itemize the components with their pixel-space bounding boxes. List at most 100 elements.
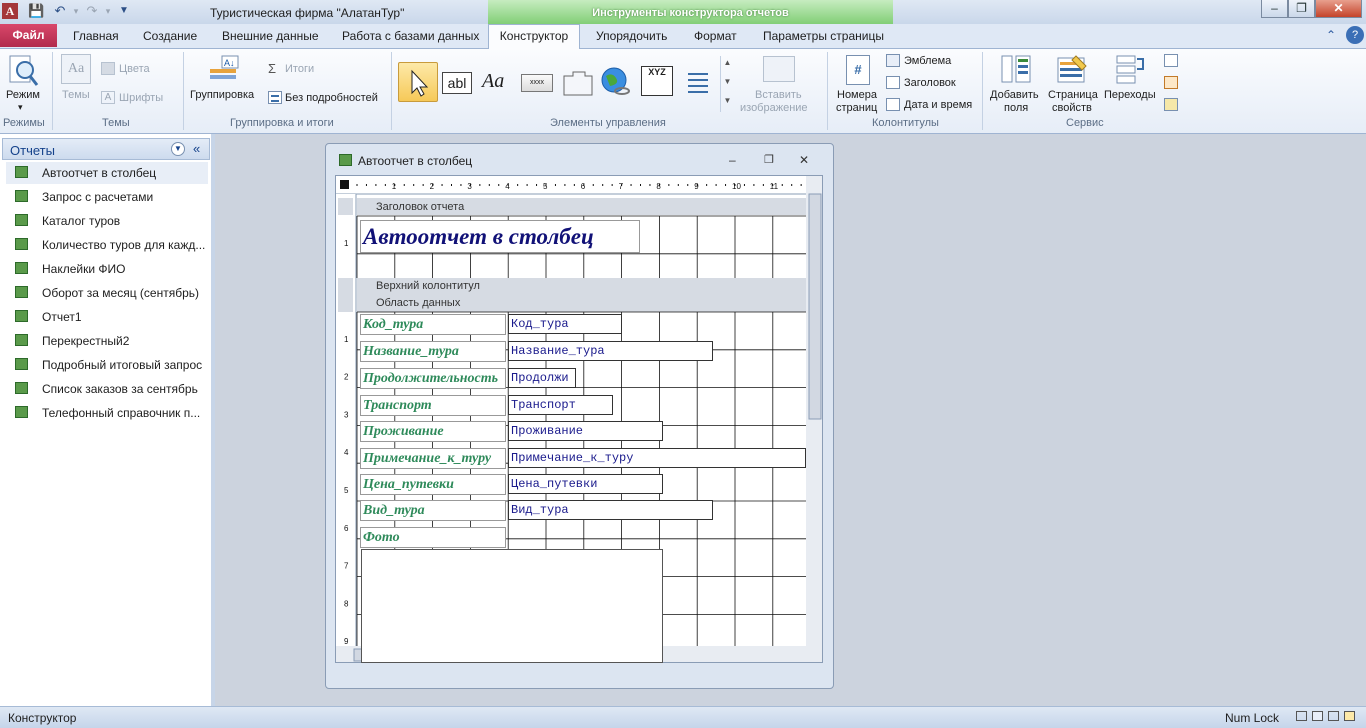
section-page-header[interactable]: Верхний колонтитул (376, 280, 480, 292)
layout-view-icon[interactable] (1328, 711, 1339, 721)
nav-item-phonebook[interactable]: Телефонный справочник п... (6, 402, 208, 424)
field-label-transport[interactable]: Транспорт (360, 395, 506, 416)
tab-home[interactable]: Главная (73, 24, 119, 48)
nav-item-turnover[interactable]: Оборот за месяц (сентябрь) (6, 282, 208, 304)
emblem-button[interactable]: Эмблема (904, 55, 951, 68)
tab-database-tools[interactable]: Работа с базами данных (342, 24, 479, 48)
undo-dropdown-icon[interactable]: ▾ (68, 3, 84, 19)
field-label-tour-code[interactable]: Код_тура (360, 314, 506, 335)
tab-arrange[interactable]: Упорядочить (596, 24, 667, 48)
field-value-transport[interactable]: Транспорт (508, 395, 613, 415)
access-app-icon[interactable]: A (2, 3, 18, 19)
grouping-icon[interactable]: A↓ (208, 54, 242, 84)
navigation-pane-title[interactable]: Отчеты (10, 143, 55, 158)
section-detail[interactable]: Область данных (376, 297, 460, 309)
grouping-button[interactable]: Группировка (190, 89, 254, 102)
field-value-accommodation[interactable]: Проживание (508, 421, 663, 441)
nav-item-detailed-summary[interactable]: Подробный итоговый запрос (6, 354, 208, 376)
mode-dropdown-icon[interactable]: ▾ (18, 101, 23, 114)
no-details-button[interactable]: Без подробностей (285, 92, 378, 105)
tab-create[interactable]: Создание (143, 24, 197, 48)
add-fields-button-line2[interactable]: поля (1004, 102, 1028, 115)
help-icon[interactable]: ? (1346, 26, 1364, 44)
redo-dropdown-icon[interactable]: ▾ (100, 3, 116, 19)
subreport-icon[interactable] (1164, 54, 1178, 67)
heading-icon[interactable] (886, 76, 900, 89)
print-preview-icon[interactable] (1312, 711, 1323, 721)
nav-item-orders-september[interactable]: Список заказов за сентябрь (6, 378, 208, 400)
field-value-tour-note[interactable]: Примечание_к_туру (508, 448, 806, 468)
convert-macros-icon[interactable] (1164, 98, 1178, 111)
field-value-voucher-price[interactable]: Цена_путевки (508, 474, 663, 494)
view-code-icon[interactable] (1164, 76, 1178, 89)
select-pointer-icon[interactable] (398, 62, 438, 102)
option-group-icon[interactable]: XYZ (641, 66, 673, 96)
report-view-icon[interactable] (1296, 711, 1307, 721)
tab-file[interactable]: Файл (0, 24, 57, 47)
field-value-tour-type[interactable]: Вид_тура (508, 500, 713, 520)
restore-button[interactable]: ❐ (1288, 0, 1315, 18)
customize-qat-icon[interactable]: ▼ (116, 3, 132, 19)
nav-item-autoreport[interactable]: Автоотчет в столбец (6, 162, 208, 184)
mode-icon[interactable] (8, 54, 40, 88)
tab-format[interactable]: Формат (694, 24, 737, 48)
field-label-tour-name[interactable]: Название_тура (360, 341, 506, 362)
property-sheet-button[interactable]: Страница (1048, 89, 1098, 102)
nav-item-tour-catalog[interactable]: Каталог туров (6, 210, 208, 232)
tab-control-icon[interactable] (563, 70, 593, 96)
page-numbers-button[interactable]: Номера (837, 89, 877, 102)
field-value-tour-code[interactable]: Код_тура (508, 314, 622, 334)
report-close-button[interactable]: ✕ (799, 153, 809, 167)
tab-page-setup[interactable]: Параметры страницы (763, 24, 884, 48)
report-title-label[interactable]: Автоотчет в столбец (360, 220, 640, 253)
heading-button[interactable]: Заголовок (904, 77, 956, 90)
nav-item-query-calc[interactable]: Запрос с расчетами (6, 186, 208, 208)
property-sheet-button-line2[interactable]: свойств (1052, 102, 1092, 115)
nav-item-crosstab2[interactable]: Перекрестный2 (6, 330, 208, 352)
nav-dropdown-icon[interactable]: ▼ (171, 142, 185, 156)
date-time-button[interactable]: Дата и время (904, 99, 972, 112)
property-sheet-icon[interactable] (1056, 54, 1088, 84)
field-label-photo[interactable]: Фото (360, 527, 506, 548)
page-numbers-icon[interactable]: # (846, 55, 870, 85)
minimize-button[interactable]: – (1261, 0, 1288, 18)
emblem-icon[interactable] (886, 54, 900, 67)
collapse-pane-icon[interactable]: « (193, 141, 200, 156)
report-restore-button[interactable]: ❐ (764, 153, 774, 166)
tab-order-icon[interactable] (1115, 54, 1147, 84)
mode-button[interactable]: Режим (6, 89, 40, 102)
design-view-icon[interactable] (1344, 711, 1355, 721)
chevron-up-icon[interactable]: ⌃ (1326, 28, 1336, 42)
page-numbers-button-line2[interactable]: страниц (836, 102, 877, 115)
nav-item-report1[interactable]: Отчет1 (6, 306, 208, 328)
field-label-duration[interactable]: Продолжительность (360, 368, 506, 389)
date-time-icon[interactable] (886, 98, 900, 111)
no-details-icon[interactable] (268, 91, 282, 104)
field-value-tour-name[interactable]: Название_тура (508, 341, 713, 361)
button-control-icon[interactable]: xxxx (521, 74, 553, 92)
tab-order-button[interactable]: Переходы (1104, 89, 1156, 102)
insert-page-break-icon[interactable] (684, 70, 712, 98)
hyperlink-globe-icon[interactable] (600, 66, 632, 98)
field-label-tour-note[interactable]: Примечание_к_туру (360, 448, 506, 469)
field-value-duration[interactable]: Продолжи (508, 368, 576, 388)
add-fields-icon[interactable] (1000, 54, 1032, 84)
nav-item-labels-fio[interactable]: Наклейки ФИО (6, 258, 208, 280)
nav-item-tour-count[interactable]: Количество туров для кажд... (6, 234, 208, 256)
section-report-header[interactable]: Заголовок отчета (376, 201, 464, 213)
tab-external-data[interactable]: Внешние данные (222, 24, 319, 48)
label-control-icon[interactable]: Aa (482, 70, 504, 93)
field-label-accommodation[interactable]: Проживание (360, 421, 506, 442)
redo-icon[interactable]: ↷ (84, 3, 100, 19)
undo-icon[interactable]: ↶ (52, 3, 68, 19)
tab-design[interactable]: Конструктор (488, 24, 580, 49)
textbox-control-icon[interactable]: abl (442, 72, 472, 94)
photo-field[interactable] (361, 549, 663, 663)
report-minimize-button[interactable]: – (729, 153, 736, 167)
save-icon[interactable]: 💾 (28, 3, 44, 19)
add-fields-button[interactable]: Добавить (990, 89, 1039, 102)
controls-gallery-scroll[interactable]: ▲ ▼ ▼ (720, 56, 734, 112)
field-label-tour-type[interactable]: Вид_тура (360, 500, 506, 521)
field-label-voucher-price[interactable]: Цена_путевки (360, 474, 506, 495)
close-button[interactable]: ✕ (1315, 0, 1362, 18)
